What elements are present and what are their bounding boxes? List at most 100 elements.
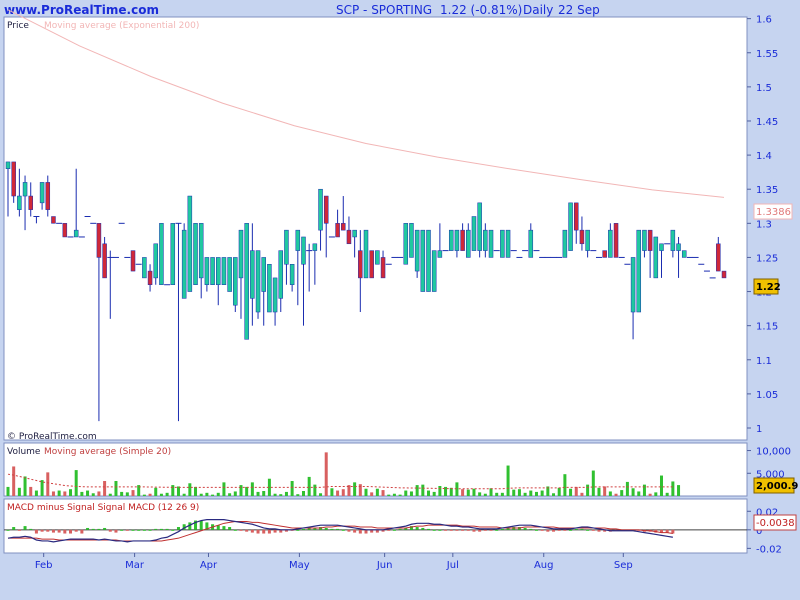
candle-body [659, 243, 664, 251]
macd-hist-bar [347, 529, 351, 532]
macd-last-tag: -0.0038 [753, 514, 797, 531]
month-label: Feb [35, 560, 53, 571]
volume-bar [199, 493, 203, 496]
volume-bar [284, 491, 288, 496]
volume-bar [529, 490, 533, 496]
candle [409, 223, 414, 258]
volume-bar [86, 490, 90, 496]
price-tick-label: 1.35 [756, 185, 778, 196]
price-last-value: 1.22 [756, 282, 781, 293]
candle-body [210, 257, 215, 285]
candle-body [721, 270, 727, 279]
candle-body [460, 229, 465, 251]
candle [170, 223, 176, 285]
volume-bar [631, 488, 635, 496]
candle-body [716, 243, 721, 272]
macd-hist-bar [262, 529, 266, 534]
volume-bar [91, 493, 95, 496]
symbol-label: SCP - SPORTING [336, 3, 432, 17]
volume-bar [57, 490, 61, 496]
volume-bar [296, 494, 300, 496]
candle [681, 250, 687, 258]
volume-bar [330, 488, 334, 496]
candle-body [426, 229, 431, 292]
macd-hist-bar [563, 529, 567, 531]
candle [181, 223, 187, 299]
macd-hist-bar [103, 527, 107, 530]
candle [448, 229, 454, 251]
volume-ma-label: Moving average (Simple 20) [44, 447, 171, 457]
volume-bar [432, 491, 436, 496]
volume-bar [51, 491, 55, 496]
price-tick-label: 1.25 [756, 253, 778, 264]
macd-hist-bar [557, 529, 561, 531]
candle-body [585, 229, 590, 251]
volume-bar [421, 484, 425, 496]
candle-body [198, 223, 204, 279]
month-label: Apr [200, 560, 218, 571]
candle-body [267, 264, 272, 313]
candle-body [11, 161, 16, 197]
macd-hist-bar [154, 528, 158, 530]
macd-hist-bar [540, 529, 544, 531]
candle-body [448, 229, 454, 251]
candle-body [466, 229, 471, 258]
candle-body [323, 195, 329, 224]
volume-bar [375, 488, 379, 496]
candle [142, 257, 147, 279]
candle-body [28, 195, 33, 210]
volume-bar [506, 465, 510, 496]
candle [233, 257, 238, 313]
volume-bar [500, 492, 504, 496]
candle-body [244, 223, 249, 340]
volume-bar [557, 487, 561, 496]
candle-body [431, 250, 437, 292]
macd-tick-label: -0.02 [756, 544, 782, 555]
candle-body [22, 182, 28, 197]
candle-body [574, 202, 579, 231]
volume-bar [324, 452, 328, 496]
candle-body [602, 250, 607, 258]
macd-hist-bar [523, 527, 527, 530]
candle [431, 250, 437, 292]
candle [721, 270, 727, 279]
candle-body [505, 229, 511, 258]
candle-body [250, 250, 255, 299]
candle-body [62, 223, 68, 238]
volume-bar [125, 492, 129, 496]
candle [159, 223, 164, 285]
candle-body [45, 182, 51, 210]
candle-body [318, 188, 323, 231]
candle [488, 229, 494, 258]
site-link[interactable]: www.ProRealTime.com [4, 3, 159, 17]
volume-bar [654, 492, 658, 496]
candle [193, 223, 198, 285]
volume-bar [404, 490, 408, 496]
volume-bar [159, 493, 163, 496]
volume-bar [148, 493, 152, 496]
candle [221, 257, 227, 285]
volume-bar [495, 492, 499, 496]
candle-body [159, 223, 164, 285]
candle-body [369, 250, 374, 279]
volume-bar [574, 486, 578, 496]
macd-hist-bar [455, 529, 459, 531]
volume-bar [273, 493, 277, 496]
volume-bar [466, 489, 470, 496]
macd-hist-bar [478, 529, 482, 532]
macd-hist-bar [34, 529, 38, 534]
macd-hist-bar [165, 528, 169, 530]
macd-hist-bar [301, 528, 305, 530]
price-tick-label: 1.55 [756, 49, 778, 60]
volume-bar [12, 466, 16, 496]
candle-body [380, 257, 386, 279]
volume-bar [165, 492, 169, 496]
macd-hist-bar [427, 528, 431, 530]
volume-bar [563, 474, 567, 496]
candle-body [295, 229, 301, 251]
candle-body [335, 223, 340, 238]
candle-body [375, 250, 380, 265]
macd-hist-bar [569, 529, 573, 531]
volume-bar [63, 491, 67, 496]
volume-bar [517, 489, 521, 496]
